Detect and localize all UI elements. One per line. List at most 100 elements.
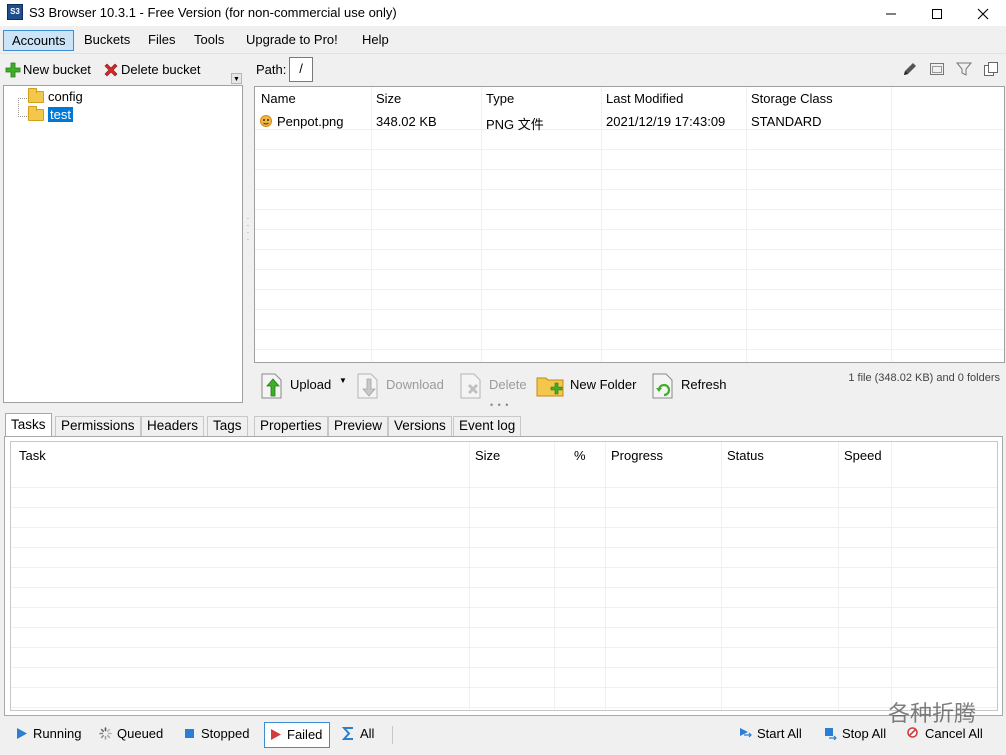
copy-icon[interactable] (982, 60, 1000, 78)
tree-item-label: test (48, 107, 73, 122)
task-header-size[interactable]: Size (475, 448, 500, 463)
menu-upgrade[interactable]: Upgrade to Pro! (238, 30, 346, 51)
bottom-tabs: Tasks Permissions Headers Tags Propertie… (0, 413, 1006, 437)
app-icon: S3 (7, 4, 23, 20)
file-type-cell: PNG 文件 (486, 117, 544, 132)
upload-button[interactable]: Upload ▼ (258, 370, 348, 402)
horizontal-splitter[interactable]: • • • (490, 400, 509, 410)
folder-icon (28, 106, 44, 121)
file-size-cell: 348.02 KB (376, 114, 437, 129)
tab-properties[interactable]: Properties (254, 416, 328, 436)
vertical-splitter[interactable]: · · · · (246, 215, 250, 245)
new-folder-icon (536, 377, 564, 397)
filter-running-label: Running (33, 726, 82, 741)
column-header-storage-class[interactable]: Storage Class (751, 91, 833, 106)
new-folder-label: New Folder (570, 377, 637, 392)
stop-all-label: Stop All (842, 726, 887, 741)
file-storage-class-cell: STANDARD (751, 114, 822, 129)
delete-button[interactable]: Delete (457, 370, 529, 402)
cancel-all-label: Cancel All (925, 726, 983, 741)
tab-preview[interactable]: Preview (328, 416, 389, 436)
tree-item-label: config (48, 89, 83, 104)
plus-icon (5, 62, 21, 78)
new-folder-button[interactable]: New Folder (536, 370, 640, 402)
file-count-status: 1 file (348.02 KB) and 0 folders (848, 372, 1000, 384)
filter-running-button[interactable]: Running (11, 722, 81, 748)
start-all-icon (740, 728, 752, 738)
filter-failed-button[interactable]: Failed (264, 722, 331, 748)
bucket-toolbar: New bucket Delete bucket (2, 56, 244, 84)
view-panel-icon[interactable] (928, 60, 946, 78)
play-icon (17, 728, 27, 739)
filter-queued-button[interactable]: Queued (95, 722, 163, 748)
new-bucket-button[interactable]: New bucket (5, 61, 91, 79)
minimize-button[interactable] (868, 0, 914, 26)
close-button[interactable] (960, 0, 1006, 26)
upload-label: Upload (290, 377, 332, 392)
stop-icon (185, 729, 194, 738)
stop-all-icon (825, 728, 837, 740)
file-modified-cell: 2021/12/19 17:43:09 (606, 114, 726, 129)
toolbar-overflow-chevron[interactable]: ▼ (231, 73, 242, 84)
refresh-icon (652, 373, 673, 399)
delete-bucket-label: Delete bucket (121, 62, 201, 77)
maximize-button[interactable] (914, 0, 960, 26)
column-header-type[interactable]: Type (486, 91, 514, 106)
download-button[interactable]: Download (354, 370, 446, 402)
task-header-percent[interactable]: % (574, 448, 586, 463)
tab-tasks[interactable]: Tasks (5, 413, 52, 437)
refresh-label: Refresh (681, 377, 727, 392)
menu-buckets[interactable]: Buckets (76, 30, 138, 51)
task-list: Task Size % Progress Status Speed (10, 441, 998, 711)
column-header-last-modified[interactable]: Last Modified (606, 91, 683, 106)
close-icon (977, 8, 989, 20)
edit-pencil-icon[interactable] (901, 60, 919, 78)
filter-failed-label: Failed (287, 727, 323, 742)
window-title: S3 Browser 10.3.1 - Free Version (for no… (29, 5, 397, 20)
filter-queued-label: Queued (117, 726, 164, 741)
tab-event-log[interactable]: Event log (453, 416, 522, 436)
stop-all-button[interactable]: Stop All (820, 722, 886, 748)
tree-connector (18, 98, 19, 117)
failed-flag-icon (271, 729, 281, 740)
path-input[interactable]: / (289, 57, 313, 82)
menu-accounts[interactable]: Accounts (3, 30, 75, 51)
tree-item-test[interactable]: test (26, 106, 73, 124)
spinner-icon (99, 727, 112, 740)
column-header-size[interactable]: Size (376, 91, 401, 106)
download-icon (357, 373, 378, 399)
cancel-all-button[interactable]: Cancel All (903, 722, 983, 748)
table-row[interactable]: Penpot.png 348.02 KB PNG 文件 2021/12/19 1… (255, 111, 891, 132)
task-header-task[interactable]: Task (19, 448, 46, 463)
new-bucket-label: New bucket (23, 62, 91, 77)
menu-tools[interactable]: Tools (186, 30, 232, 51)
folder-icon (28, 88, 44, 103)
filter-all-button[interactable]: All (338, 722, 374, 748)
delete-bucket-button[interactable]: Delete bucket (103, 61, 201, 79)
start-all-label: Start All (757, 726, 802, 741)
tab-permissions[interactable]: Permissions (55, 416, 141, 436)
filter-icon[interactable] (955, 60, 973, 78)
tab-headers[interactable]: Headers (141, 416, 205, 436)
task-header-speed[interactable]: Speed (844, 448, 882, 463)
upload-dropdown-chevron-icon[interactable]: ▼ (339, 376, 347, 385)
menu-bar: Accounts Buckets Files Tools Upgrade to … (0, 26, 1006, 54)
task-header-status[interactable]: Status (727, 448, 764, 463)
filter-stopped-button[interactable]: Stopped (179, 722, 249, 748)
file-list: Name Size Type Last Modified Storage Cla… (254, 86, 1005, 363)
sigma-icon (342, 727, 353, 740)
filter-stopped-label: Stopped (201, 726, 250, 741)
column-header-name[interactable]: Name (261, 91, 296, 106)
tab-tags[interactable]: Tags (207, 416, 248, 436)
tree-item-config[interactable]: config (26, 88, 83, 106)
delete-label: Delete (489, 377, 527, 392)
task-header-progress[interactable]: Progress (611, 448, 663, 463)
menu-files[interactable]: Files (140, 30, 183, 51)
file-name-cell: Penpot.png (277, 114, 344, 129)
filter-all-label: All (360, 726, 375, 741)
start-all-button[interactable]: Start All (735, 722, 802, 748)
refresh-button[interactable]: Refresh (649, 370, 729, 402)
delete-file-icon (460, 373, 481, 399)
tab-versions[interactable]: Versions (388, 416, 452, 436)
menu-help[interactable]: Help (354, 30, 397, 51)
